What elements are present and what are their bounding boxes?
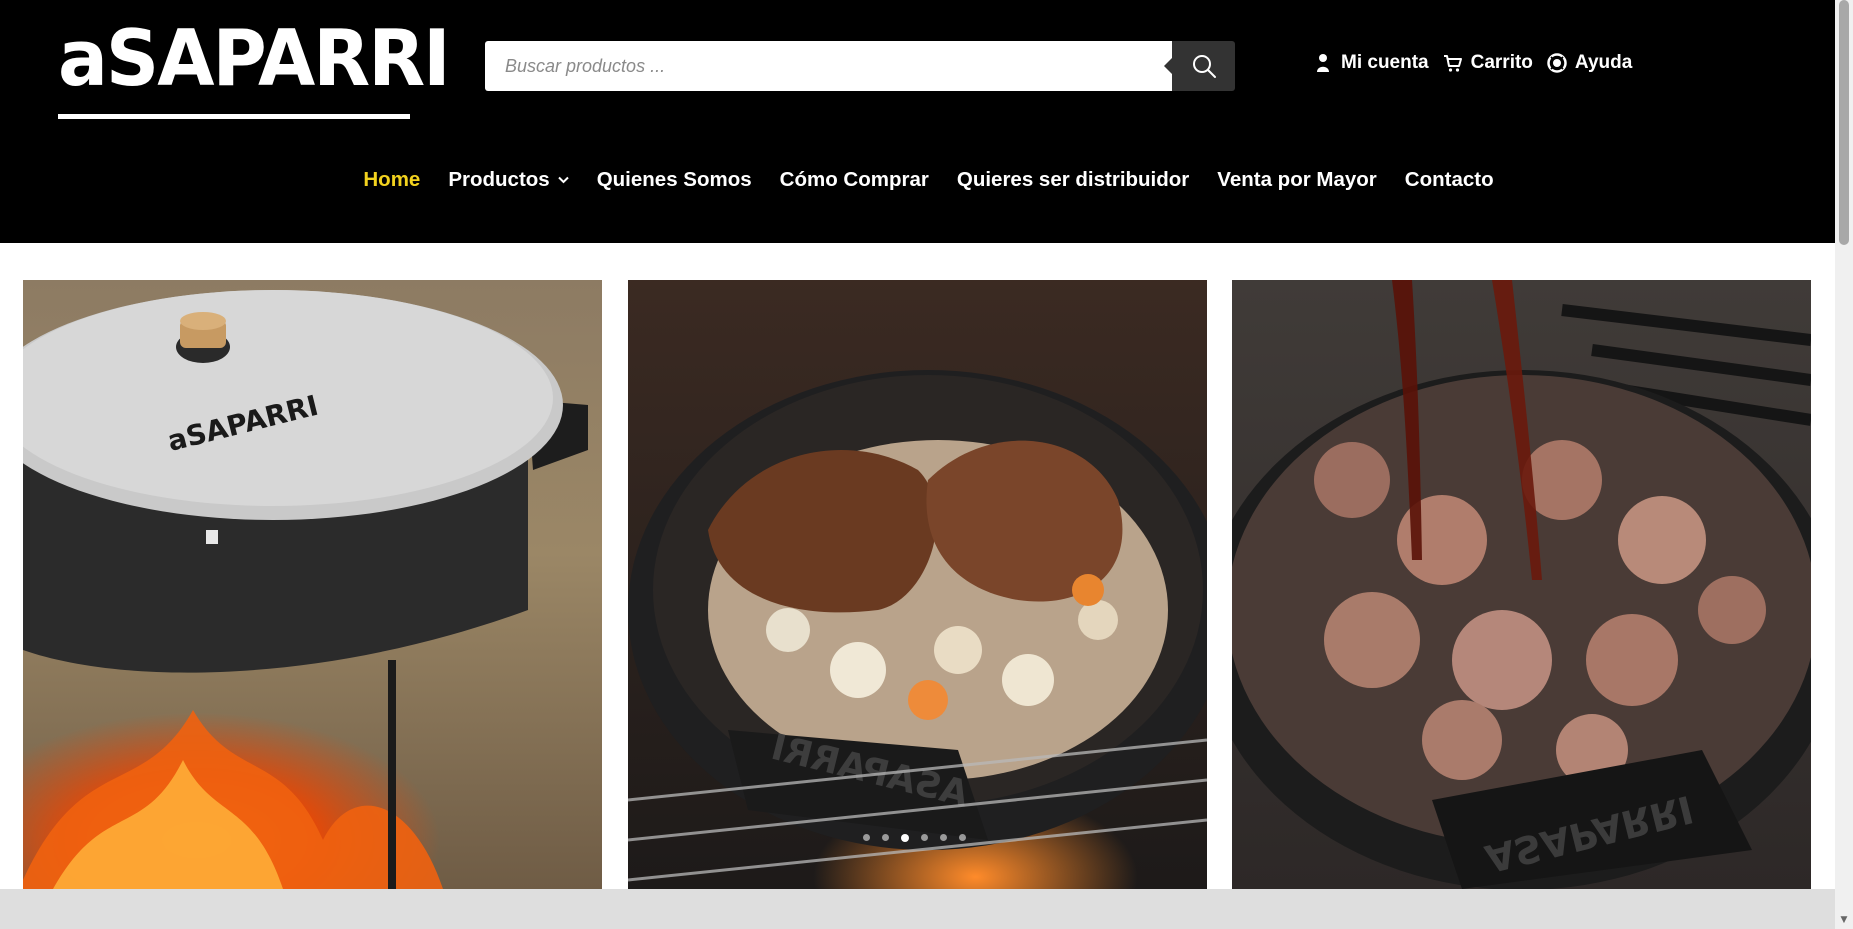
carousel-dot-active[interactable] <box>901 834 909 842</box>
nav-item-label: Home <box>363 168 421 191</box>
logo-underline <box>58 114 410 119</box>
search-input[interactable] <box>485 41 1172 91</box>
hero-photo-covered-pan[interactable]: aSAPARRI <box>23 280 602 889</box>
nav-item-como-comprar[interactable]: Cómo Comprar <box>780 168 929 192</box>
help-link[interactable]: Ayuda <box>1547 52 1632 74</box>
nav-item-contacto[interactable]: Contacto <box>1405 168 1494 192</box>
cart-link[interactable]: Carrito <box>1443 52 1533 74</box>
hero-photo-sauce-pour[interactable]: ASAPARRI <box>1232 280 1811 889</box>
site-header: aSAPARRI Mi cuenta Carrito <box>0 0 1835 243</box>
nav-item-label: Cómo Comprar <box>779 168 929 191</box>
my-account-link[interactable]: Mi cuenta <box>1313 52 1429 74</box>
carousel-dots <box>863 834 966 842</box>
scroll-thumb[interactable] <box>1839 0 1849 245</box>
meat-pan-illustration: ASAPARRI <box>628 370 1207 882</box>
cart-label: Carrito <box>1470 52 1533 73</box>
page-scrollbar[interactable]: ▼ <box>1835 0 1853 929</box>
nav-item-venta-por-mayor[interactable]: Venta por Mayor <box>1217 168 1377 192</box>
carousel-dot[interactable] <box>940 834 947 841</box>
search-button[interactable] <box>1164 41 1235 91</box>
covered-pan-illustration: aSAPARRI <box>23 290 588 889</box>
product-search <box>485 41 1235 91</box>
nav-item-label: Productos <box>448 168 550 191</box>
sauce-pan-illustration: ASAPARRI <box>1232 280 1811 889</box>
carousel-dot[interactable] <box>921 834 928 841</box>
carousel-dot[interactable] <box>863 834 870 841</box>
nav-item-label: Quienes Somos <box>596 168 752 191</box>
bottom-bar <box>0 889 1835 929</box>
scroll-down-arrow[interactable]: ▼ <box>1839 915 1849 925</box>
nav-item-home[interactable]: Home <box>363 168 420 192</box>
nav-item-productos[interactable]: Productos <box>448 168 569 192</box>
carousel-dot[interactable] <box>959 834 966 841</box>
nav-item-quienes-somos[interactable]: Quienes Somos <box>597 168 752 192</box>
nav-item-label: Venta por Mayor <box>1217 168 1377 191</box>
nav-item-distribuidor[interactable]: Quieres ser distribuidor <box>957 168 1189 192</box>
search-icon <box>1192 55 1216 78</box>
help-label: Ayuda <box>1574 52 1633 73</box>
carousel-dot[interactable] <box>882 834 889 841</box>
main-nav: Home Productos Quienes Somos Cómo Compra… <box>0 168 1835 192</box>
hero-gallery: aSAPARRI ASAPARRI ASAPARRI <box>23 280 1813 889</box>
user-icon <box>1313 53 1333 73</box>
hero-photo-meat-vegetables[interactable]: ASAPARRI <box>628 280 1207 889</box>
nav-item-label: Quieres ser distribuidor <box>956 168 1190 191</box>
chevron-down-icon <box>558 176 569 184</box>
site-logo[interactable]: aSAPARRI <box>58 16 451 124</box>
user-nav: Mi cuenta Carrito Ayuda <box>1313 52 1632 74</box>
nav-item-label: Contacto <box>1404 168 1494 191</box>
logo-text: aSAPARRI <box>58 13 451 105</box>
help-icon <box>1547 53 1567 73</box>
cart-icon <box>1443 53 1463 73</box>
my-account-label: Mi cuenta <box>1341 52 1429 73</box>
